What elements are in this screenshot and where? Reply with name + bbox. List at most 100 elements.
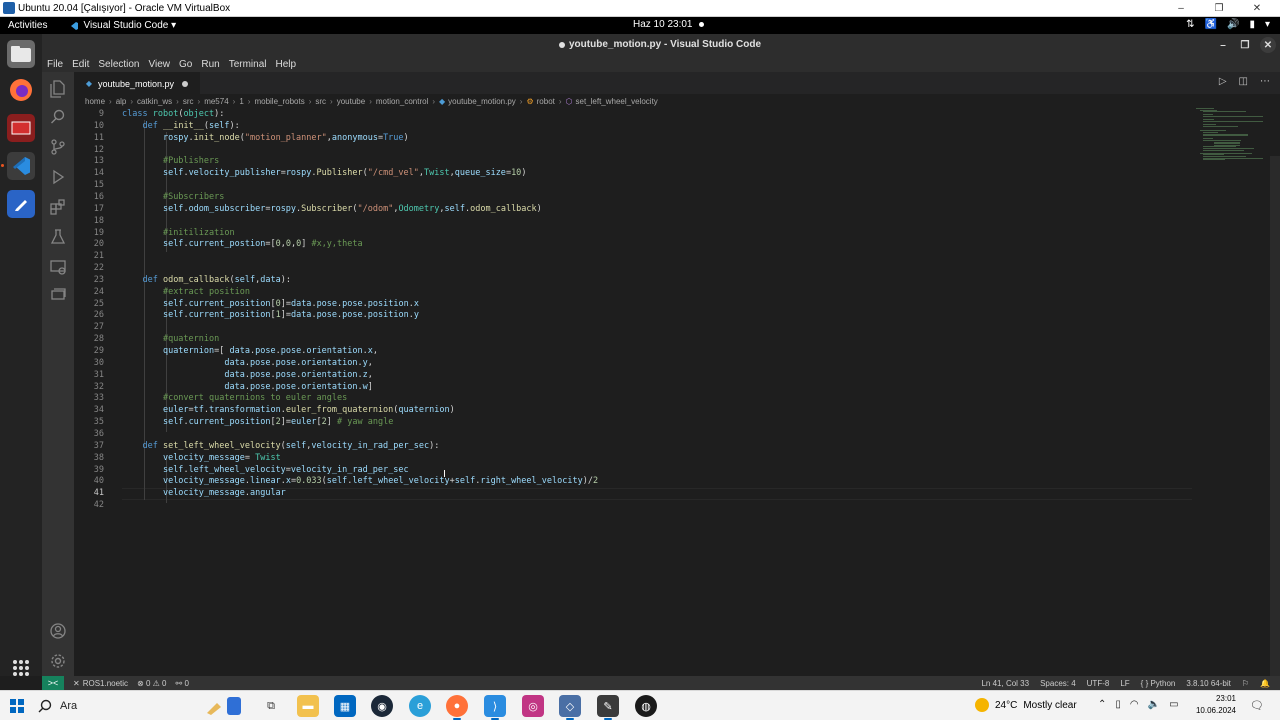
- manage-gear-icon[interactable]: [49, 652, 67, 670]
- class-symbol-icon: ⚙: [526, 96, 534, 106]
- language-mode[interactable]: { } Python: [1141, 679, 1176, 688]
- firefox-taskbar-icon[interactable]: ●: [446, 695, 468, 720]
- menu-view[interactable]: View: [149, 59, 171, 70]
- firefox-icon[interactable]: [7, 76, 35, 104]
- vscode-close-button[interactable]: ✕: [1260, 37, 1276, 53]
- taskbar-clock[interactable]: 23:01 10.06.2024: [1190, 693, 1236, 717]
- search-highlight-icon[interactable]: [200, 695, 246, 717]
- taskbar-search[interactable]: Ara: [38, 695, 198, 717]
- microsoft-store-icon[interactable]: ▦: [334, 695, 356, 717]
- indentation[interactable]: Spaces: 4: [1040, 679, 1076, 688]
- notification-center-icon[interactable]: 🗨: [1250, 699, 1264, 712]
- edge-icon[interactable]: e: [409, 695, 431, 717]
- breadcrumb-item[interactable]: src: [183, 97, 194, 106]
- cursor-position[interactable]: Ln 41, Col 33: [981, 679, 1029, 688]
- task-view-icon[interactable]: ⧉: [260, 695, 282, 717]
- screen-recorder-icon[interactable]: [7, 114, 35, 142]
- menu-file[interactable]: File: [47, 59, 63, 70]
- remote-indicator[interactable]: ><: [42, 676, 64, 690]
- accounts-icon[interactable]: [49, 622, 67, 640]
- run-file-icon[interactable]: ▷: [1219, 76, 1227, 87]
- breadcrumb-separator-icon: ›: [232, 96, 236, 106]
- ports-indicator[interactable]: ⚯ 0: [176, 679, 189, 688]
- show-apps-icon[interactable]: [7, 654, 35, 682]
- app-menu[interactable]: Visual Studio Code ▾: [69, 20, 176, 31]
- python-interpreter[interactable]: 3.8.10 64-bit: [1186, 679, 1230, 688]
- ros-distro[interactable]: ✕ ROS1.noetic: [73, 679, 128, 688]
- vertical-scrollbar[interactable]: [1270, 156, 1280, 676]
- ubuntu-dock: [0, 34, 42, 676]
- menu-run[interactable]: Run: [201, 59, 219, 70]
- activities-button[interactable]: Activities: [8, 20, 47, 31]
- search-icon[interactable]: [49, 108, 67, 126]
- minimap[interactable]: [1196, 108, 1270, 168]
- encoding[interactable]: UTF-8: [1087, 679, 1110, 688]
- code-line: #quaternion: [122, 334, 219, 344]
- breadcrumb-item[interactable]: home: [85, 97, 105, 106]
- code-token: ):: [229, 120, 240, 131]
- menu-terminal[interactable]: Terminal: [229, 59, 267, 70]
- feedback-icon[interactable]: ⚐: [1242, 679, 1249, 688]
- breadcrumb-item[interactable]: motion_control: [376, 97, 428, 106]
- run-debug-icon[interactable]: [49, 168, 67, 186]
- close-button[interactable]: ✕: [1238, 3, 1276, 14]
- more-actions-icon[interactable]: ⋯: [1260, 76, 1270, 87]
- system-tray[interactable]: ⇅ ♿ 🔊 ▮ ▾: [1186, 19, 1270, 30]
- usb-icon: ▯: [1115, 699, 1121, 710]
- steam-icon[interactable]: ◉: [371, 695, 393, 717]
- virtualbox-taskbar-icon[interactable]: ◇: [559, 695, 581, 720]
- code-token: pose: [316, 310, 338, 321]
- file-explorer-icon[interactable]: ▬: [297, 695, 319, 717]
- code-line: class robot(object):: [122, 109, 224, 119]
- line-ending[interactable]: LF: [1120, 679, 1129, 688]
- obs-icon[interactable]: ◍: [635, 695, 657, 717]
- problems-indicator[interactable]: ⊗ 0 ⚠ 0: [137, 679, 166, 688]
- menu-edit[interactable]: Edit: [72, 59, 89, 70]
- code-editor[interactable]: 9 10 11 12 13 14 15 16 17 18 19 20 21 22 23 24 25 26 27 28 2…: [74, 108, 1280, 676]
- windows-start-icon[interactable]: [10, 699, 24, 713]
- explorer-icon[interactable]: [49, 80, 67, 98]
- breadcrumb-item[interactable]: set_left_wheel_velocity: [576, 97, 658, 106]
- breadcrumb-item[interactable]: me574: [204, 97, 228, 106]
- instagram-icon[interactable]: ◎: [522, 695, 544, 717]
- comments-icon[interactable]: [49, 286, 67, 304]
- vscode-minimize-button[interactable]: –: [1212, 34, 1234, 56]
- notifications-bell-icon[interactable]: 🔔: [1260, 679, 1270, 688]
- breadcrumb-item[interactable]: 1: [239, 97, 243, 106]
- breadcrumb-item[interactable]: youtube_motion.py: [448, 97, 516, 106]
- minimize-button[interactable]: –: [1162, 3, 1200, 14]
- source-control-icon[interactable]: [49, 138, 67, 156]
- modified-dot-icon[interactable]: [182, 80, 189, 87]
- vscode-dock-icon[interactable]: [1, 152, 35, 180]
- menu-go[interactable]: Go: [179, 59, 192, 70]
- maximize-button[interactable]: ❐: [1200, 3, 1238, 14]
- tab-youtube-motion[interactable]: ◆ youtube_motion.py: [74, 72, 200, 94]
- extensions-icon[interactable]: [49, 198, 67, 216]
- breadcrumb-item[interactable]: youtube: [337, 97, 365, 106]
- code-token: pose: [316, 298, 338, 309]
- pycharm-icon[interactable]: ✎: [597, 695, 619, 720]
- breadcrumb-item[interactable]: catkin_ws: [137, 97, 172, 106]
- weather-widget[interactable]: 24°C Mostly clear: [975, 698, 1077, 712]
- vscode-maximize-button[interactable]: ❐: [1234, 34, 1256, 56]
- menu-help[interactable]: Help: [276, 59, 297, 70]
- files-icon[interactable]: [7, 40, 35, 68]
- menu-selection[interactable]: Selection: [98, 59, 139, 70]
- split-editor-icon[interactable]: ◫: [1239, 76, 1248, 87]
- text-editor-icon[interactable]: [7, 190, 35, 218]
- code-token: velocity_in_rad_per_sec: [311, 440, 430, 451]
- breadcrumb-item[interactable]: alp: [116, 97, 127, 106]
- breadcrumb-separator-icon: ›: [130, 96, 134, 106]
- windows-system-tray[interactable]: ⌃ ▯ ◠ 🔈 ▭: [1098, 699, 1179, 710]
- weather-moon-icon: [975, 698, 989, 712]
- breadcrumb-item[interactable]: src: [315, 97, 326, 106]
- system-clock[interactable]: Haz 10 23:01: [633, 19, 704, 30]
- breadcrumb-item[interactable]: robot: [537, 97, 555, 106]
- vscode-taskbar-icon[interactable]: ⟩: [484, 695, 506, 720]
- code-token: euler_from_quaternion: [285, 405, 394, 416]
- testing-icon[interactable]: [49, 228, 67, 246]
- remote-explorer-icon[interactable]: [49, 258, 67, 276]
- breadcrumb-item[interactable]: mobile_robots: [254, 97, 304, 106]
